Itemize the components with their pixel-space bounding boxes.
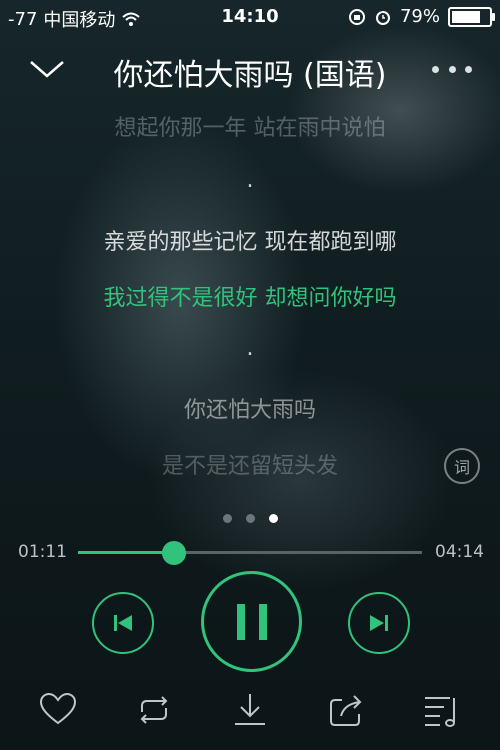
lyric-line: . — [246, 168, 254, 193]
lyric-line: . — [246, 336, 254, 361]
battery-percent: 79% — [399, 6, 440, 27]
pause-button[interactable] — [201, 571, 302, 672]
rotation-lock-icon — [348, 8, 365, 25]
battery-fill — [452, 10, 481, 23]
download-button[interactable] — [230, 690, 270, 730]
battery-icon — [448, 6, 495, 27]
download-icon — [235, 694, 265, 725]
more-dots-icon[interactable] — [432, 54, 472, 84]
playlist-icon — [425, 697, 455, 727]
lyric-line-current: 我过得不是很好 却想问你好吗 — [103, 286, 397, 311]
lyric-line: 想起你那一年 站在雨中说怕 — [114, 116, 386, 141]
alarm-icon — [375, 10, 390, 25]
page-dot[interactable] — [245, 514, 255, 523]
repeat-icon — [140, 696, 168, 724]
progress-track[interactable] — [78, 541, 422, 565]
page-dot-active[interactable] — [268, 514, 278, 523]
page-indicator — [0, 514, 500, 523]
repeat-button[interactable] — [134, 690, 174, 730]
song-title: 你还怕大雨吗 (国语) — [113, 58, 387, 93]
progress-fill — [78, 551, 175, 554]
playback-progress: 01:11 04:14 — [0, 540, 500, 566]
status-bar: -77 中国移动 14:10 79% — [0, 0, 500, 32]
like-button[interactable] — [38, 690, 78, 730]
page-dot[interactable] — [222, 514, 232, 523]
lyric-line: 亲爱的那些记忆 现在都跑到哪 — [103, 230, 397, 255]
bottom-toolbar — [0, 690, 500, 734]
share-icon — [330, 695, 362, 726]
previous-track-button[interactable] — [92, 592, 154, 654]
previous-track-icon — [114, 615, 132, 631]
share-button[interactable] — [326, 690, 366, 730]
current-time: 01:11 — [18, 542, 67, 562]
dot — [448, 65, 456, 73]
lyric-line: 是不是还留短头发 — [161, 454, 338, 479]
dot — [432, 65, 439, 73]
total-time: 04:14 — [435, 542, 484, 562]
playlist-button[interactable] — [422, 690, 462, 730]
next-track-button[interactable] — [348, 592, 410, 654]
heart-icon — [39, 692, 77, 725]
next-track-icon — [370, 615, 388, 631]
progress-thumb[interactable] — [162, 541, 187, 565]
player-header: 你还怕大雨吗 (国语) — [0, 40, 500, 96]
pause-icon — [236, 603, 267, 640]
lyric-line: 你还怕大雨吗 — [183, 398, 316, 423]
dot — [465, 65, 472, 73]
lyrics-button[interactable]: 词 — [444, 448, 480, 484]
